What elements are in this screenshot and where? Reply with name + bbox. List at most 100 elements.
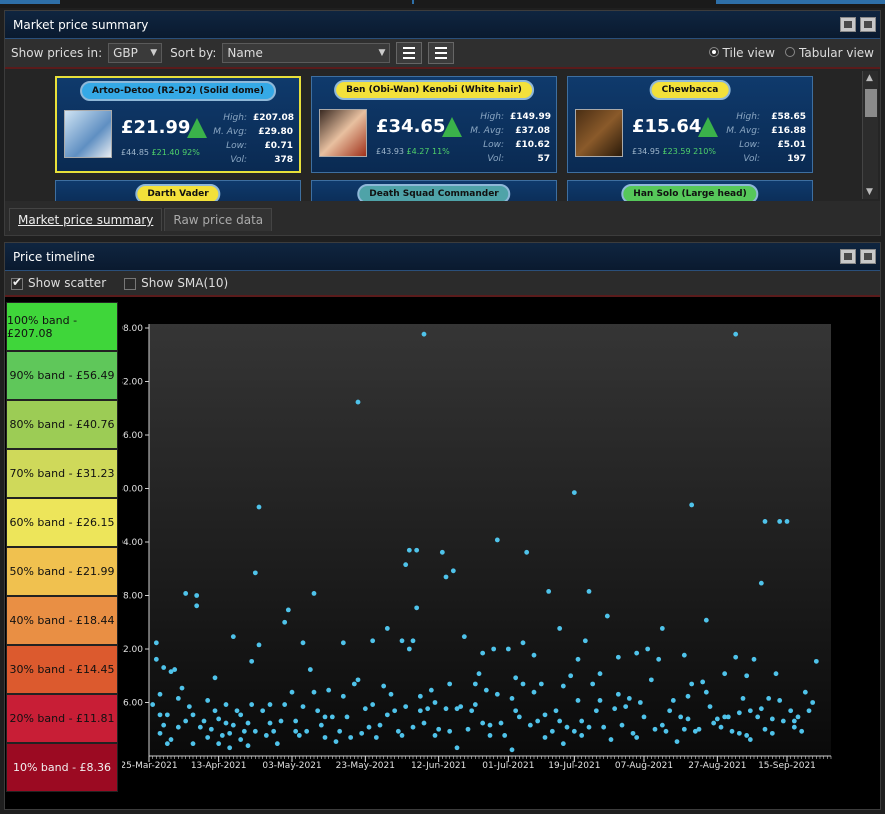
scatter-point xyxy=(399,638,405,644)
scatter-point xyxy=(773,671,779,677)
tabular-view-radio[interactable]: Tabular view xyxy=(785,46,874,60)
currency-select[interactable]: GBP ▼ xyxy=(108,43,163,63)
price-tile[interactable]: Death Squad Commander xyxy=(311,180,557,201)
scatter-point xyxy=(758,706,764,712)
scatter-point xyxy=(168,737,174,742)
layout-icon[interactable] xyxy=(860,249,876,264)
scatter-point xyxy=(685,693,691,699)
scroll-down-icon[interactable]: ▼ xyxy=(866,187,873,197)
price-tile[interactable]: Han Solo (Large head) xyxy=(567,180,813,201)
scatter-point xyxy=(755,714,761,720)
scatter-point xyxy=(230,634,236,640)
scatter-point xyxy=(714,716,720,722)
scatter-point xyxy=(509,695,515,701)
scrollbar-thumb[interactable] xyxy=(865,89,877,117)
scatter-point xyxy=(322,735,328,740)
price-tile[interactable]: Ben (Obi-Wan) Kenobi (White hair) £34.65… xyxy=(311,76,557,173)
price-band: 50% band - £21.99 xyxy=(6,547,118,596)
scatter-point xyxy=(183,591,189,596)
figure-thumbnail xyxy=(64,110,112,158)
scatter-point xyxy=(208,726,214,732)
stat-label: Vol: xyxy=(743,154,760,164)
tab-market-price-summary[interactable]: Market price summary xyxy=(9,208,163,231)
scatter-point xyxy=(531,652,537,658)
scatter-point xyxy=(252,728,258,734)
scatter-point xyxy=(513,708,519,714)
scatter-point xyxy=(311,689,317,695)
scatter-point xyxy=(784,519,790,524)
scatter-point xyxy=(447,681,453,687)
show-sma-label: Show SMA(10) xyxy=(141,276,229,290)
scatter-point xyxy=(256,642,262,648)
scatter-point xyxy=(252,570,258,576)
show-scatter-checkbox[interactable]: Show scatter xyxy=(11,275,106,290)
scatter-point xyxy=(197,724,203,730)
price-tile[interactable]: Darth Vader xyxy=(55,180,301,201)
scatter-point xyxy=(161,665,167,670)
scatter-point xyxy=(432,733,438,738)
tile-view-radio[interactable]: Tile view xyxy=(708,46,775,60)
scroll-up-icon[interactable]: ▲ xyxy=(866,73,873,83)
scatter-point xyxy=(722,671,728,677)
tab-raw-price-data[interactable]: Raw price data xyxy=(164,208,273,231)
scatter-point xyxy=(399,733,405,738)
scatter-point xyxy=(505,646,511,652)
price-band: 100% band - £207.08 xyxy=(6,302,118,351)
scatter-point xyxy=(483,687,489,693)
scatter-point xyxy=(718,724,724,730)
scatter-point xyxy=(733,331,739,337)
scatter-point xyxy=(747,708,753,714)
detail-view-button[interactable] xyxy=(428,42,455,64)
stat-label: High: xyxy=(223,113,247,123)
scatter-point xyxy=(542,712,548,718)
scatter-point xyxy=(458,704,464,710)
scatter-point xyxy=(190,741,196,747)
x-tick-label: 23-May-2021 xyxy=(336,761,395,770)
price-tile[interactable]: Chewbacca £15.64 £34.95 £23.59 210% High… xyxy=(567,76,813,173)
scatter-point xyxy=(509,747,515,753)
price-timeline-chart: £26.00 £52.00 £78.00 £104.00 £130.00 £156.00 £… xyxy=(106,298,880,771)
sort-by-label: Sort by: xyxy=(170,46,217,60)
scatter-point xyxy=(557,718,563,724)
price-band: 80% band - £40.76 xyxy=(6,400,118,449)
stat-mavg: £29.80 xyxy=(258,127,293,137)
layout-icon[interactable] xyxy=(860,17,876,32)
scatter-point xyxy=(322,714,328,720)
y-tick-label: £182.00 xyxy=(122,378,143,388)
scatter-point xyxy=(747,737,753,742)
scatter-point xyxy=(696,726,702,732)
stat-high: £58.65 xyxy=(771,112,806,122)
figure-thumbnail xyxy=(575,109,623,157)
tile-change-percent: 92% xyxy=(182,148,200,157)
scatter-point xyxy=(417,693,423,699)
list-view-button[interactable] xyxy=(396,42,423,64)
scatter-point xyxy=(329,714,335,720)
scatter-point xyxy=(227,730,233,736)
show-sma-checkbox[interactable]: Show SMA(10) xyxy=(124,276,228,290)
screenshot-icon[interactable] xyxy=(840,249,856,264)
scatter-point xyxy=(164,741,170,747)
scatter-point xyxy=(502,733,508,738)
top-strip-segment xyxy=(0,0,60,4)
currency-value: GBP xyxy=(113,46,138,60)
chevron-down-icon: ▼ xyxy=(150,48,158,58)
scatter-point xyxy=(212,675,218,681)
sort-select[interactable]: Name ▼ xyxy=(222,43,391,63)
screenshot-icon[interactable] xyxy=(840,17,856,32)
scatter-point xyxy=(307,667,313,672)
scatter-point xyxy=(725,714,731,720)
scatter-point xyxy=(703,689,709,695)
scatter-point xyxy=(758,580,764,586)
price-tile[interactable]: Artoo-Detoo (R2-D2) (Solid dome) £21.99 … xyxy=(55,76,301,173)
tiles-scrollbar[interactable]: ▲ ▼ xyxy=(862,71,878,199)
scatter-point xyxy=(227,745,233,751)
scatter-point xyxy=(267,702,273,707)
scatter-point xyxy=(344,714,350,720)
scatter-point xyxy=(597,698,603,703)
scatter-point xyxy=(172,667,178,672)
scatter-point xyxy=(157,691,163,697)
scatter-point xyxy=(762,726,768,732)
scatter-point xyxy=(564,724,570,730)
scatter-point xyxy=(403,704,409,710)
scatter-point xyxy=(744,733,750,738)
